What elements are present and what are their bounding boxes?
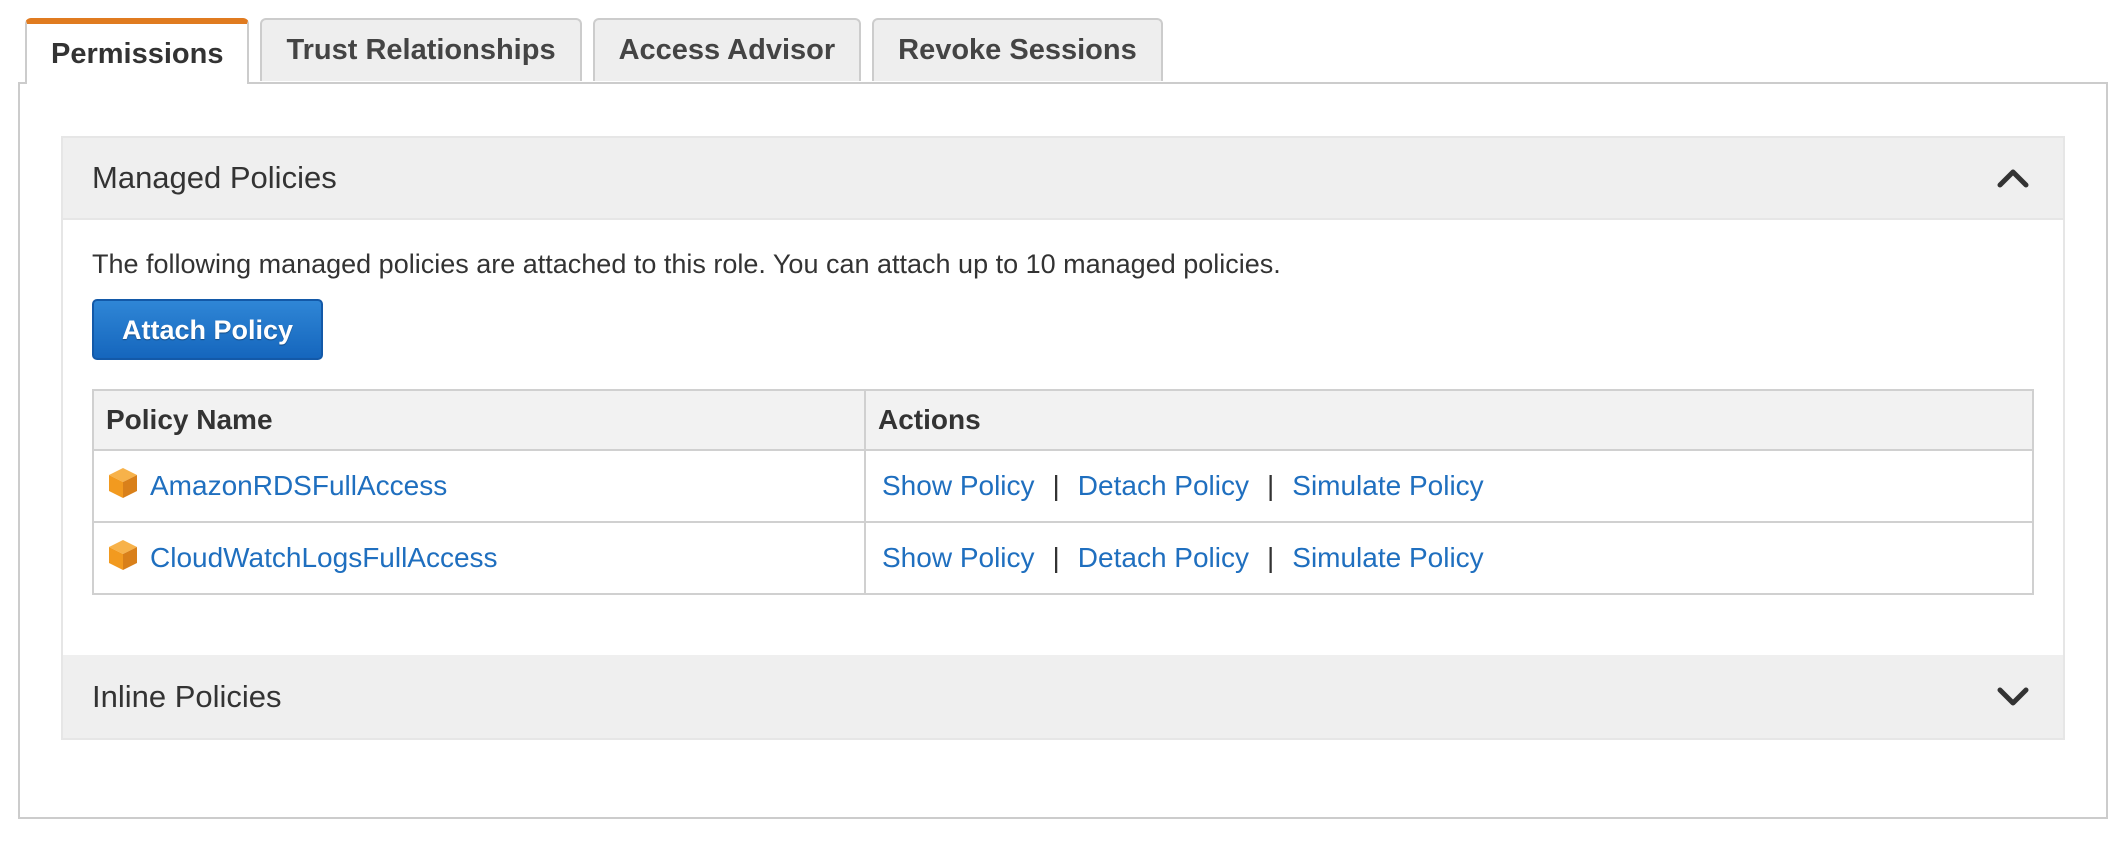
table-row: AmazonRDSFullAccess Show Policy | Detach… bbox=[92, 450, 2034, 523]
attach-policy-button[interactable]: Attach Policy bbox=[92, 299, 324, 360]
tab-revoke-sessions[interactable]: Revoke Sessions bbox=[872, 18, 1163, 81]
policy-name-cell: AmazonRDSFullAccess bbox=[92, 450, 866, 523]
tab-permissions[interactable]: Permissions bbox=[25, 18, 250, 84]
column-header-policy-name[interactable]: Policy Name bbox=[92, 389, 866, 451]
tab-bar: Permissions Trust Relationships Access A… bbox=[25, 18, 1163, 84]
inline-policies-title: Inline Policies bbox=[92, 678, 282, 714]
managed-policies-body: The following managed policies are attac… bbox=[63, 220, 2063, 595]
managed-policy-cube-icon bbox=[106, 466, 140, 507]
column-header-actions: Actions bbox=[864, 389, 2034, 451]
action-separator: | bbox=[1266, 542, 1275, 573]
detach-policy-link[interactable]: Detach Policy bbox=[1078, 470, 1249, 502]
chevron-down-icon[interactable] bbox=[1993, 677, 2033, 717]
policy-link[interactable]: CloudWatchLogsFullAccess bbox=[150, 542, 498, 574]
show-policy-link[interactable]: Show Policy bbox=[882, 470, 1035, 502]
managed-policies-section: Managed Policies The following managed p… bbox=[61, 136, 2065, 740]
table-header-row: Policy Name Actions bbox=[92, 389, 2034, 451]
policy-link[interactable]: AmazonRDSFullAccess bbox=[150, 470, 447, 502]
detach-policy-link[interactable]: Detach Policy bbox=[1078, 542, 1249, 574]
permissions-panel: Managed Policies The following managed p… bbox=[18, 82, 2108, 819]
inline-policies-section: Inline Policies bbox=[61, 655, 2065, 740]
chevron-up-icon[interactable] bbox=[1993, 158, 2033, 198]
action-separator: | bbox=[1266, 470, 1275, 501]
simulate-policy-link[interactable]: Simulate Policy bbox=[1292, 542, 1483, 574]
policies-table: Policy Name Actions AmazonRDSFullAccess … bbox=[92, 389, 2034, 595]
managed-policy-cube-icon bbox=[106, 538, 140, 579]
action-separator: | bbox=[1052, 470, 1060, 501]
tab-access-advisor[interactable]: Access Advisor bbox=[592, 18, 862, 81]
tab-trust-relationships[interactable]: Trust Relationships bbox=[260, 18, 582, 81]
table-row: CloudWatchLogsFullAccess Show Policy | D… bbox=[92, 522, 2034, 595]
managed-policies-header[interactable]: Managed Policies bbox=[63, 138, 2063, 220]
managed-policies-title: Managed Policies bbox=[92, 160, 337, 195]
role-permissions-page: Permissions Trust Relationships Access A… bbox=[0, 0, 2116, 844]
action-separator: | bbox=[1052, 542, 1060, 573]
policy-actions-cell: Show Policy | Detach Policy | Simulate P… bbox=[864, 450, 2034, 523]
simulate-policy-link[interactable]: Simulate Policy bbox=[1292, 470, 1483, 502]
policy-name-cell: CloudWatchLogsFullAccess bbox=[92, 522, 866, 595]
show-policy-link[interactable]: Show Policy bbox=[882, 542, 1035, 574]
managed-policies-description: The following managed policies are attac… bbox=[92, 249, 1281, 279]
policy-actions-cell: Show Policy | Detach Policy | Simulate P… bbox=[864, 522, 2034, 595]
inline-policies-header[interactable]: Inline Policies bbox=[63, 655, 2063, 738]
